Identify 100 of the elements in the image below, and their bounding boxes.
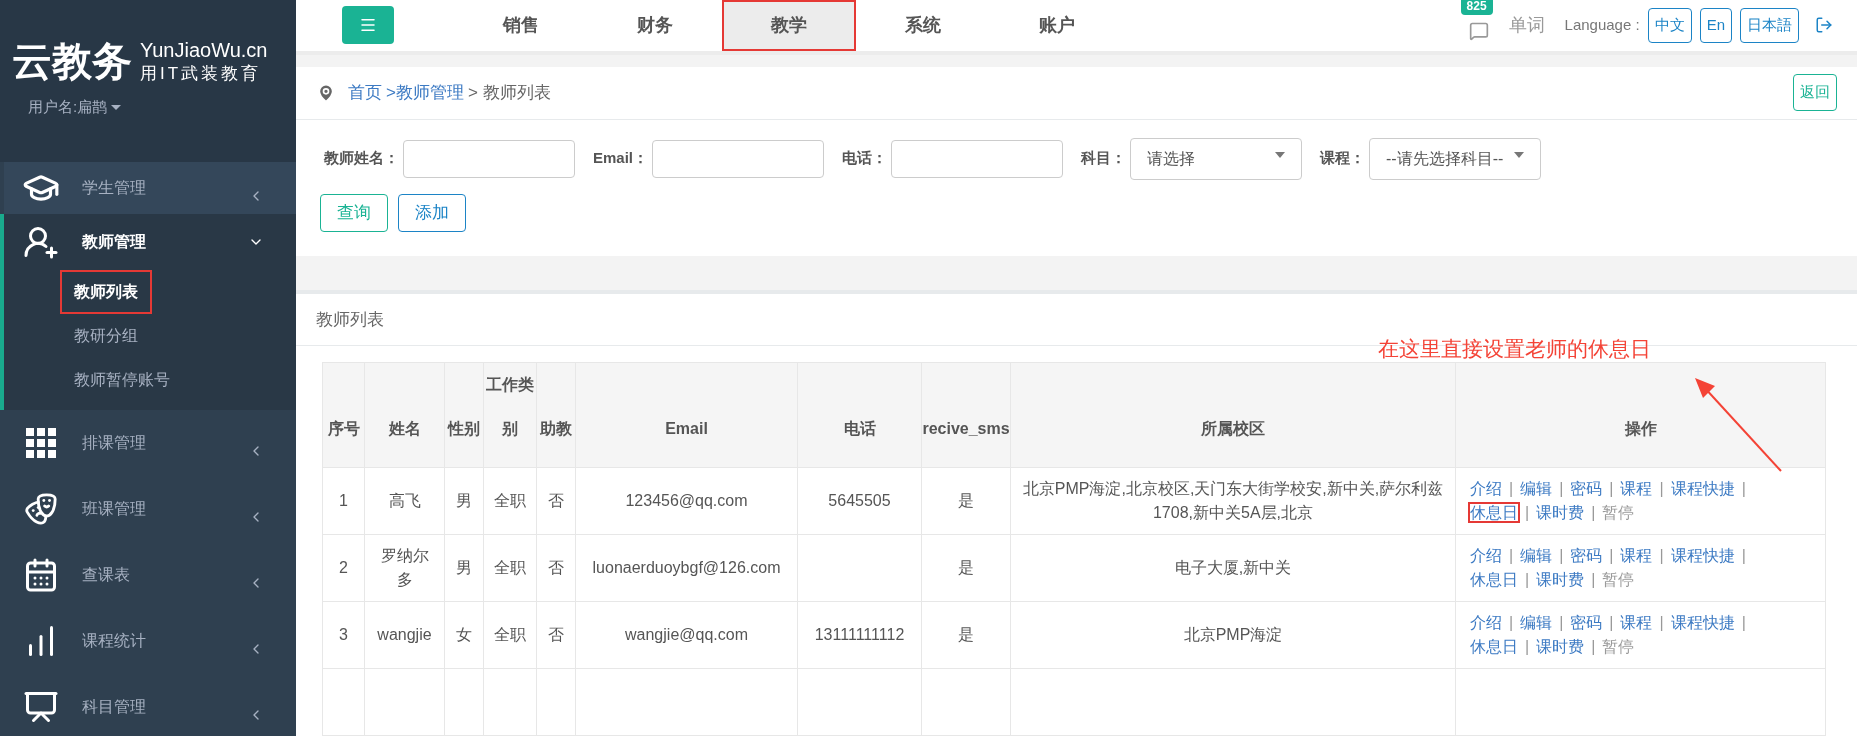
text-field[interactable] [403, 139, 575, 178]
breadcrumb-link[interactable]: 教师管理 [395, 79, 464, 106]
language-button[interactable]: En [1699, 8, 1732, 43]
sidebar-item[interactable]: 学生管理 [4, 162, 296, 214]
action-link[interactable]: 编辑 [1520, 614, 1553, 631]
select-field[interactable]: --请先选择科目-- [1369, 137, 1542, 180]
logo-slogan: 用IT武装教育 [140, 63, 263, 85]
action-link[interactable]: 休息日 [1470, 504, 1518, 521]
select-field[interactable]: 请选择 [1130, 137, 1303, 180]
table-cell: 3 [322, 601, 365, 669]
link-separator: | [1591, 571, 1596, 588]
sidebar-item[interactable]: 课程统计 [4, 608, 296, 674]
action-link[interactable]: 课程 [1620, 547, 1653, 564]
calendar-icon [23, 557, 59, 593]
breadcrumb-link[interactable]: 首页 [348, 79, 382, 106]
sidebar-item[interactable]: 排课管理 [4, 410, 296, 476]
column-header: recive_sms [921, 362, 1011, 468]
link-separator: | [1741, 614, 1746, 631]
sidebar-item[interactable]: 班课管理 [4, 476, 296, 542]
action-button[interactable]: 添加 [398, 193, 466, 232]
action-link[interactable]: 课时费 [1536, 571, 1585, 588]
action-link[interactable]: 休息日 [1470, 571, 1518, 588]
link-separator: | [1609, 614, 1614, 631]
link-separator: | [1741, 480, 1746, 497]
text-field[interactable] [652, 139, 825, 178]
action-link[interactable]: 密码 [1570, 480, 1603, 497]
action-link[interactable]: 密码 [1570, 614, 1603, 631]
sidebar-label: 排课管理 [82, 433, 147, 453]
action-link[interactable]: 课程 [1620, 614, 1653, 631]
link-separator: | [1525, 638, 1530, 655]
table-cell: 全职 [483, 467, 537, 535]
link-separator: | [1609, 547, 1614, 564]
text-field[interactable] [891, 139, 1064, 178]
action-link[interactable]: 介绍 [1470, 614, 1502, 631]
link-separator: | [1525, 504, 1530, 521]
nav-tab[interactable]: 销售 [454, 0, 588, 51]
action-link[interactable]: 介绍 [1470, 547, 1502, 564]
column-header: Email [575, 362, 798, 468]
filter-label: 教师姓名： [324, 148, 399, 169]
nav-tab[interactable]: 财务 [588, 0, 722, 51]
action-link[interactable]: 编辑 [1520, 480, 1553, 497]
action-link[interactable]: 编辑 [1520, 547, 1553, 564]
language-button[interactable]: 中文 [1647, 8, 1692, 43]
action-link[interactable]: 课程快捷 [1670, 547, 1735, 564]
sidebar-item[interactable]: 教师管理 [4, 214, 296, 270]
caret-icon [1275, 151, 1286, 158]
action-link[interactable]: 课时费 [1536, 638, 1585, 655]
grid-icon [26, 428, 56, 458]
language-button[interactable]: 日本語 [1740, 8, 1799, 43]
panel-title: 教师列表 [316, 308, 384, 331]
sidebar-subitem[interactable]: 教研分组 [60, 314, 152, 358]
action-link[interactable]: 课程 [1620, 480, 1653, 497]
back-button[interactable]: 返回 [1793, 74, 1837, 111]
nav-tab[interactable]: 教学 [722, 0, 856, 51]
filter-label: 科目： [1081, 148, 1127, 169]
column-header: 姓名 [364, 362, 445, 468]
sidebar-label: 班课管理 [82, 499, 147, 519]
board-icon [23, 689, 59, 725]
message-icon[interactable] [1468, 21, 1489, 42]
sidebar-label: 查课表 [82, 565, 131, 585]
table-cell: wangjie@qq.com [575, 601, 798, 669]
action-button[interactable]: 查询 [320, 193, 388, 232]
action-link[interactable]: 课程快捷 [1670, 480, 1735, 497]
link-separator: | [1591, 638, 1596, 655]
table-cell: 是 [921, 601, 1011, 669]
sidebar-label: 教师管理 [82, 232, 147, 252]
action-link[interactable]: 课程快捷 [1670, 614, 1735, 631]
table-cell: 高飞 [364, 467, 445, 535]
action-link[interactable]: 课时费 [1536, 504, 1585, 521]
table-cell: 男 [444, 534, 484, 602]
sidebar-item[interactable]: 查课表 [4, 542, 296, 608]
sidebar-subitem[interactable]: 教师暂停账号 [60, 358, 184, 402]
table-cell: 北京PMP海淀,北京校区,天门东大街学校安,新中关,萨尔利兹1708,新中关5A层,北京 [1010, 467, 1456, 535]
user-menu[interactable]: 用户名:扁鹊 [28, 96, 122, 119]
sidebar-subitem[interactable]: 教师列表 [60, 270, 152, 314]
menu-button[interactable] [342, 6, 394, 45]
action-link[interactable]: 密码 [1570, 547, 1603, 564]
table-cell: 电子大厦,新中关 [1010, 534, 1456, 602]
logout-icon[interactable] [1815, 16, 1833, 35]
link-separator: | [1559, 614, 1564, 631]
action-link[interactable]: 休息日 [1470, 638, 1518, 655]
table-cell: 5645505 [797, 467, 922, 535]
logo-title: 云教务 [12, 41, 132, 82]
table-cell: 否 [536, 534, 576, 602]
action-link[interactable]: 介绍 [1470, 480, 1502, 497]
nav-tab[interactable]: 系统 [856, 0, 990, 51]
language-label: Language : [1564, 15, 1640, 36]
logo-subtitle: YunJiaoWu.cn [140, 38, 268, 63]
column-header: 工作类别 [483, 362, 537, 468]
table-cell: 男 [444, 467, 484, 535]
table-cell: 是 [921, 467, 1011, 535]
nav-tab[interactable]: 账户 [990, 0, 1124, 51]
table-cell: 123456@qq.com [575, 467, 798, 535]
words-link[interactable]: 单词 [1508, 11, 1545, 39]
sidebar-item[interactable]: 科目管理 [4, 674, 296, 736]
user-plus-icon [23, 224, 59, 260]
link-separator: | [1741, 547, 1746, 564]
filter-label: 电话： [842, 148, 888, 169]
table-cell: 否 [536, 467, 576, 535]
notification-badge: 825 [1460, 0, 1493, 16]
